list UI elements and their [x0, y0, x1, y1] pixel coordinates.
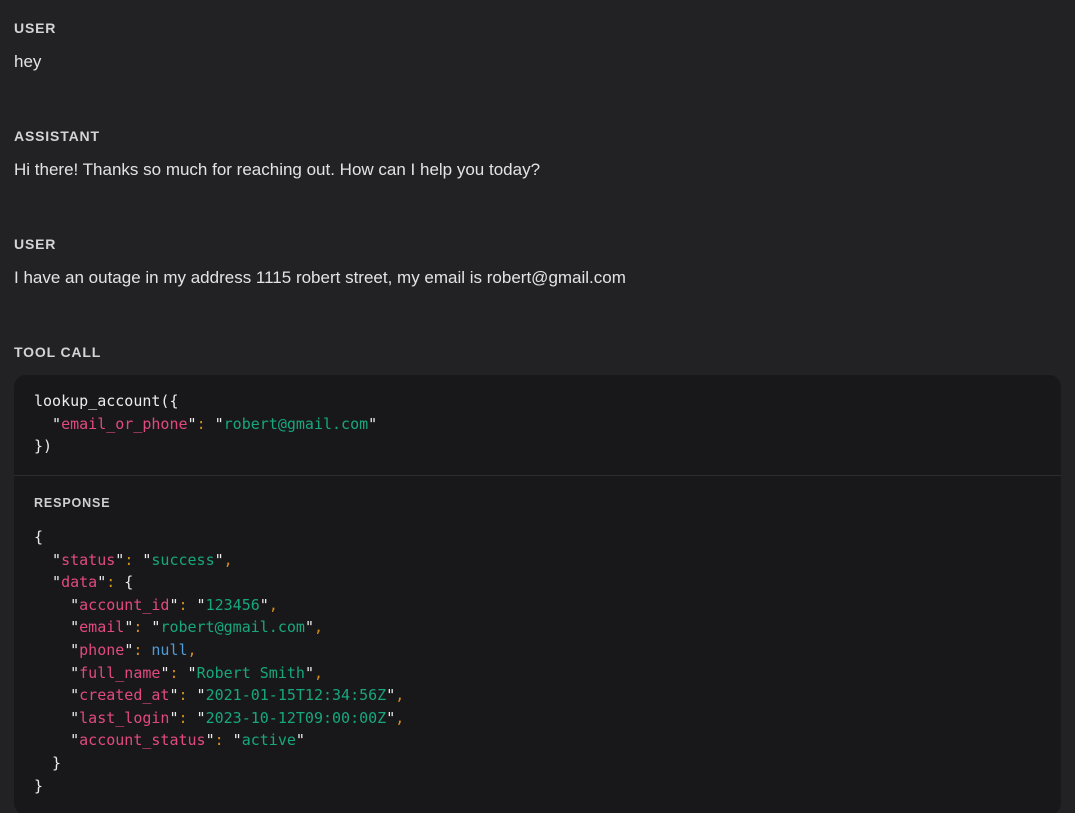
tool-response-code: { "status": "success", "data": { "accoun…: [34, 526, 1041, 797]
code-line: "last_login": "2023-10-12T09:00:00Z",: [34, 707, 1041, 730]
code-line: "account_status": "active": [34, 729, 1041, 752]
role-label: USER: [14, 20, 1061, 36]
message-group: ASSISTANT Hi there! Thanks so much for r…: [14, 128, 1061, 181]
code-line: "account_id": "123456",: [34, 594, 1041, 617]
message-group: USER hey: [14, 20, 1061, 73]
code-line: "full_name": "Robert Smith",: [34, 662, 1041, 685]
role-label: ASSISTANT: [14, 128, 1061, 144]
tool-call-card: lookup_account({ "email_or_phone": "robe…: [14, 375, 1061, 813]
code-line: "data": {: [34, 571, 1041, 594]
code-line: "phone": null,: [34, 639, 1041, 662]
code-line: "created_at": "2021-01-15T12:34:56Z",: [34, 684, 1041, 707]
code-line: }): [34, 435, 1041, 458]
message-text: Hi there! Thanks so much for reaching ou…: [14, 159, 1061, 181]
tool-response-section: RESPONSE { "status": "success", "data": …: [14, 476, 1061, 813]
message-group: USER I have an outage in my address 1115…: [14, 236, 1061, 289]
code-line: "status": "success",: [34, 549, 1041, 572]
message-text: hey: [14, 51, 1061, 73]
tool-call-code: lookup_account({ "email_or_phone": "robe…: [34, 390, 1041, 458]
code-line: "email": "robert@gmail.com",: [34, 616, 1041, 639]
code-line: }: [34, 752, 1041, 775]
code-line: lookup_account({: [34, 390, 1041, 413]
tool-call-section: lookup_account({ "email_or_phone": "robe…: [14, 375, 1061, 476]
tool-call-label: TOOL CALL: [14, 344, 1061, 360]
code-line: {: [34, 526, 1041, 549]
message-text: I have an outage in my address 1115 robe…: [14, 267, 1061, 289]
conversation-transcript: USER hey ASSISTANT Hi there! Thanks so m…: [0, 0, 1075, 813]
code-line: }: [34, 775, 1041, 798]
role-label: USER: [14, 236, 1061, 252]
code-line: "email_or_phone": "robert@gmail.com": [34, 413, 1041, 436]
tool-call-group: TOOL CALL lookup_account({ "email_or_pho…: [14, 344, 1061, 813]
response-label: RESPONSE: [34, 496, 1041, 510]
